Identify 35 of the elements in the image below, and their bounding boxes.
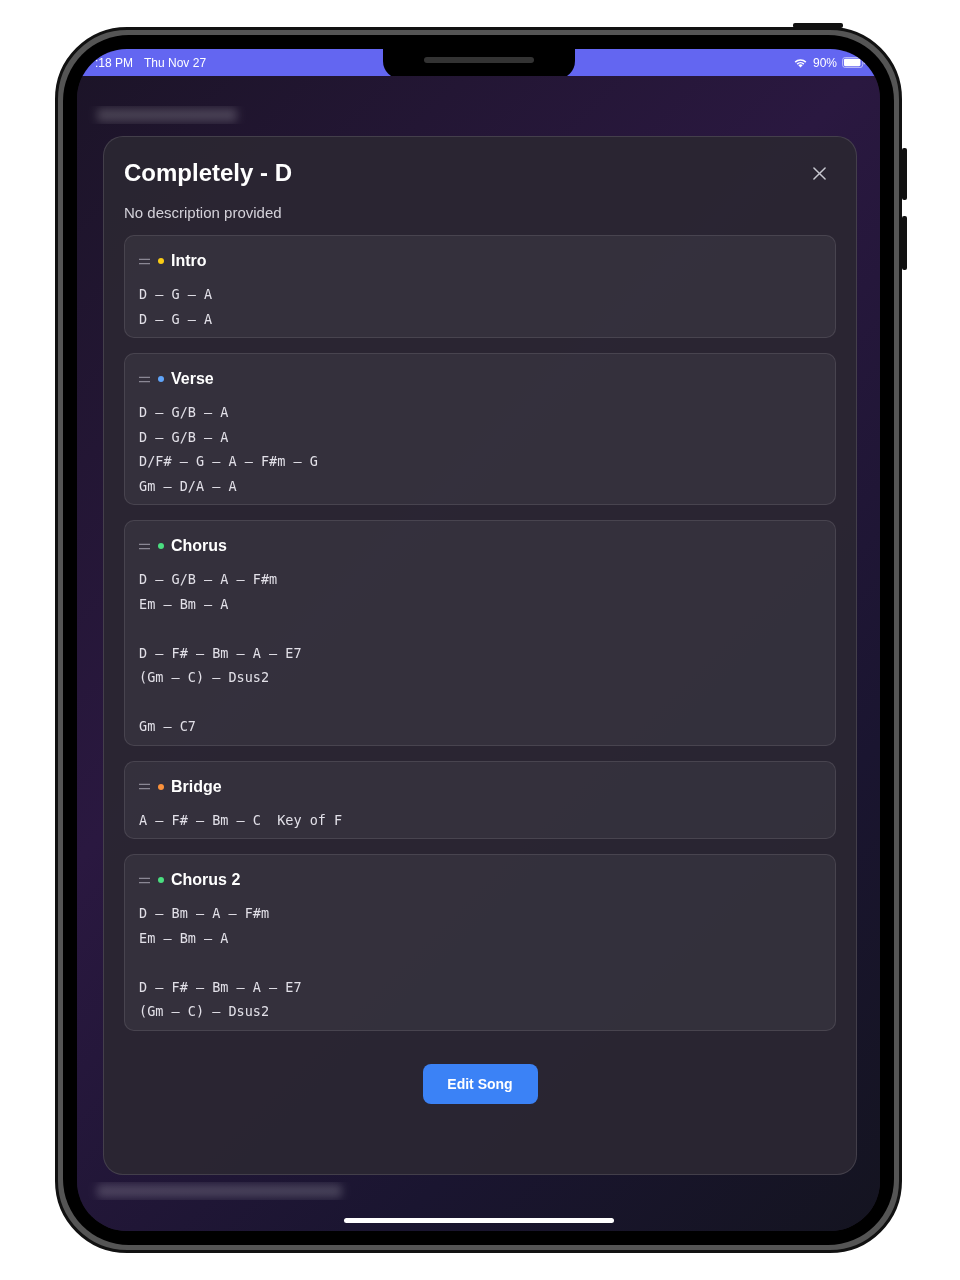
status-date: Thu Nov 27 <box>144 55 207 70</box>
chord-line: Gm – C7 <box>139 717 197 736</box>
chord-line: Gm – D/A – A <box>139 476 238 496</box>
chord-line: Em – Bm – A <box>139 594 230 614</box>
section-name: Verse <box>171 370 214 388</box>
battery-icon <box>842 57 866 68</box>
chord-line: D – G/B – A <box>139 403 230 422</box>
chord-line: D – Bm – A – F#m <box>139 904 271 923</box>
drag-handle-icon[interactable] <box>139 783 150 790</box>
chord-line: (Gm – C) – Dsus2 <box>139 668 271 687</box>
drag-handle-icon[interactable] <box>139 542 150 550</box>
song-description: No description provided <box>124 204 283 221</box>
status-time: :18 PM <box>95 55 133 70</box>
song-title: Completely - D <box>124 159 293 187</box>
section-name: Chorus 2 <box>171 871 241 889</box>
chord-line: Em – Bm – A <box>139 928 230 948</box>
edit-song-button[interactable]: Edit Song <box>422 1063 538 1104</box>
chord-line: D – G/B – A – F#m <box>139 570 279 589</box>
wifi-icon <box>792 57 808 68</box>
section-name: Intro <box>171 252 207 270</box>
section-name: Bridge <box>171 777 222 796</box>
chord-line: D – G – A <box>139 309 214 329</box>
chord-line: D – G/B – A <box>139 427 230 447</box>
chord-line: A – F# – Bm – C Key of F <box>139 810 344 830</box>
drag-handle-icon[interactable] <box>139 375 150 383</box>
section-name: Chorus <box>171 537 227 555</box>
chord-line: D – G – A <box>139 285 214 304</box>
drag-handle-icon[interactable] <box>139 876 150 884</box>
chord-line: D – F# – Bm – A – E7 <box>139 977 303 997</box>
close-icon[interactable] <box>813 166 826 180</box>
chord-line: D/F# – G – A – F#m – G <box>139 452 319 471</box>
chord-line: (Gm – C) – Dsus2 <box>139 1002 271 1021</box>
drag-handle-icon[interactable] <box>139 257 150 265</box>
chord-line: D – F# – Bm – A – E7 <box>139 643 303 663</box>
battery-percent: 90% <box>812 55 837 70</box>
